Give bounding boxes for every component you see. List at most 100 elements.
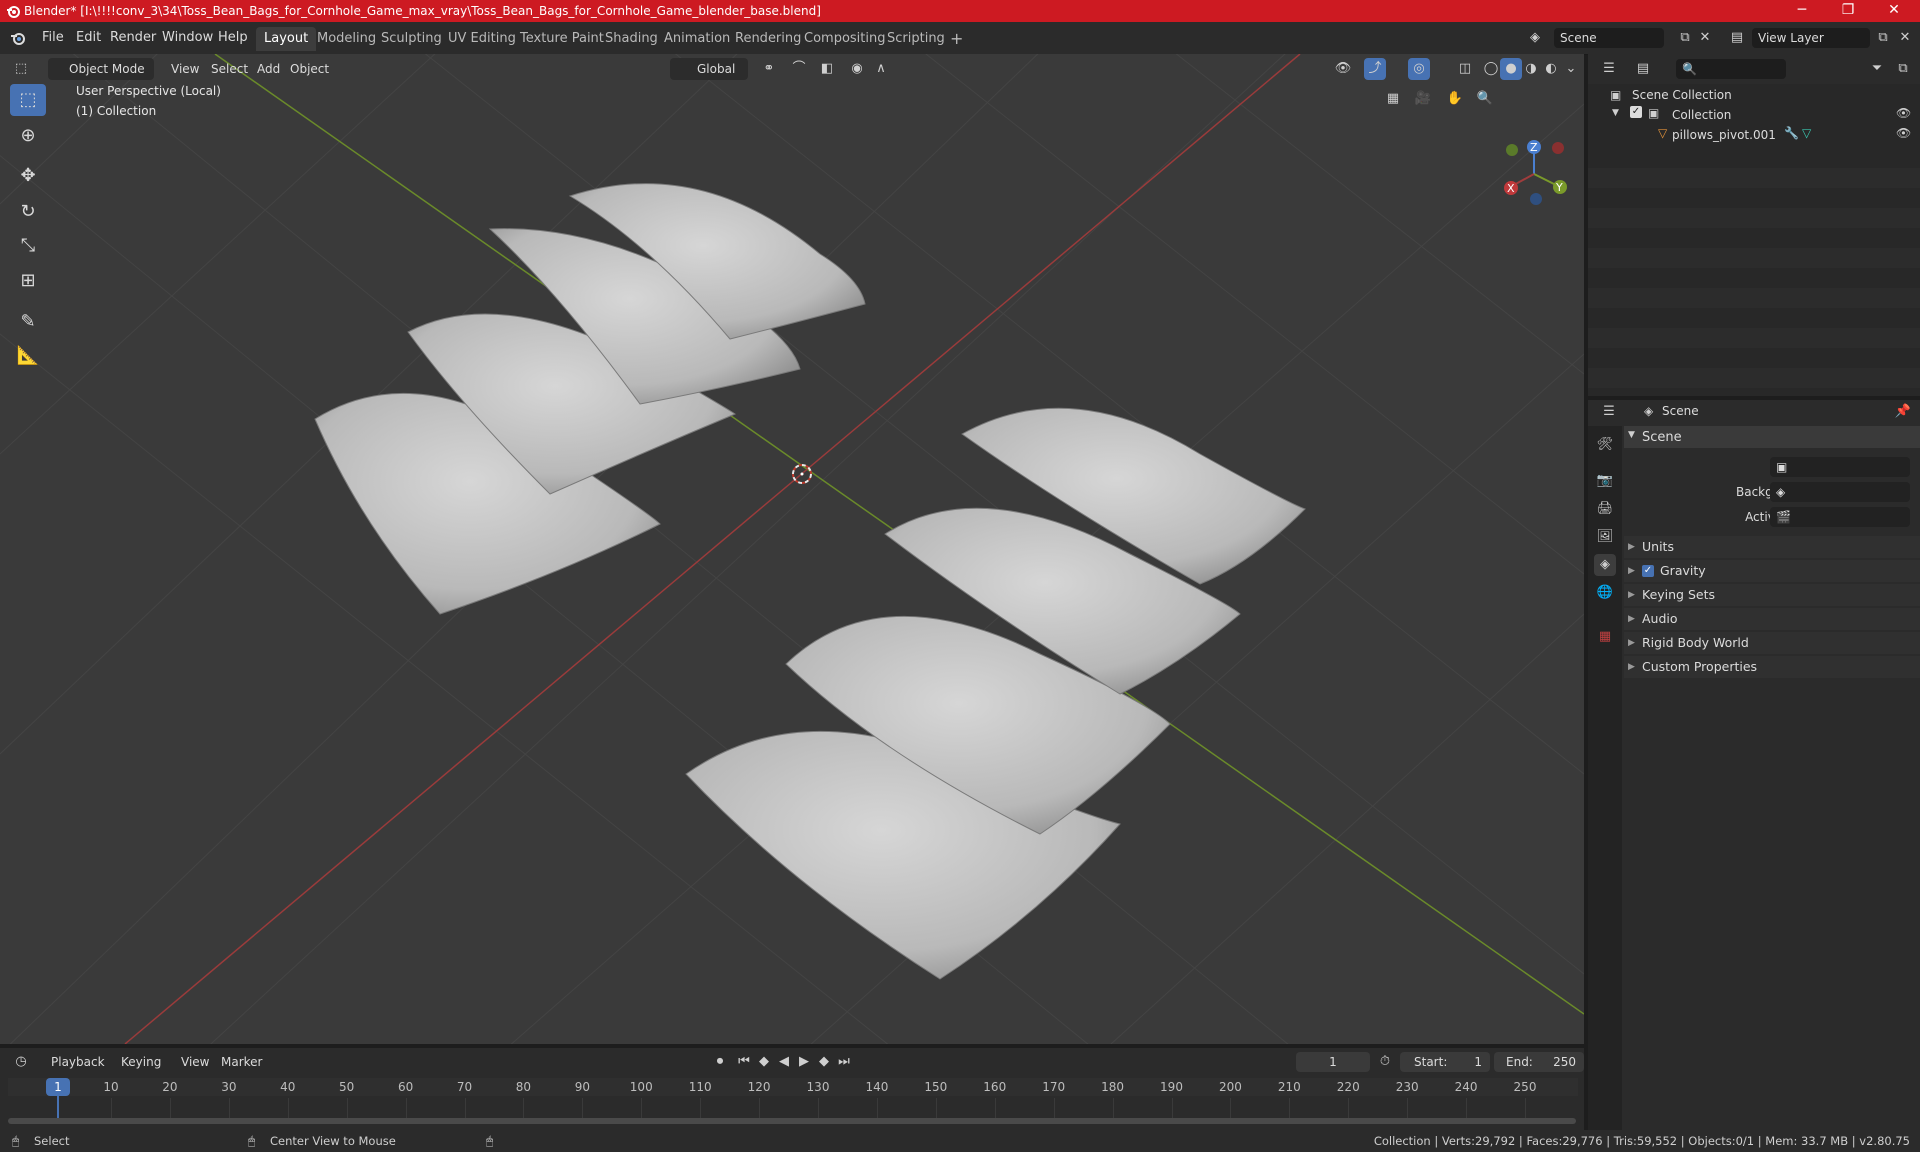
menu-edit[interactable]: Edit [70, 27, 107, 49]
filter-icon[interactable]: ⏷ [1866, 58, 1888, 80]
3d-viewport[interactable] [0, 54, 1584, 1044]
timeline-menu-keying[interactable]: Keying [116, 1051, 166, 1073]
overlay-toggle-icon[interactable]: ◎ [1408, 58, 1430, 80]
preview-range-icon[interactable]: ⏱ [1374, 1051, 1396, 1073]
annotate-tool[interactable]: ✎ [10, 306, 46, 338]
prev-keyframe-icon[interactable]: ◆ [753, 1051, 775, 1073]
view-layer-tab-icon[interactable]: 🖼 [1594, 526, 1616, 548]
snap-icon[interactable]: ⌒ [788, 58, 810, 80]
background-scene-field[interactable]: ◈ [1770, 482, 1910, 502]
pivot-point-icon[interactable]: ⚭ [758, 58, 780, 80]
solid-shading-icon[interactable]: ● [1500, 58, 1522, 80]
next-keyframe-icon[interactable]: ◆ [813, 1051, 835, 1073]
object-label[interactable]: pillows_pivot.001 [1672, 128, 1776, 142]
timeline-menu-view[interactable]: View [176, 1051, 214, 1073]
zoom-icon[interactable]: 🔍 [1474, 88, 1496, 110]
tab-sculpting[interactable]: Sculpting [373, 27, 450, 51]
wireframe-shading-icon[interactable]: ◯ [1480, 58, 1502, 80]
viewport-menu-add[interactable]: Add [252, 58, 285, 80]
world-tab-icon[interactable]: 🌐 [1594, 582, 1616, 604]
scene-panel-expand-icon[interactable]: ▼ [1628, 430, 1635, 440]
gizmo-toggle-icon[interactable]: ⤴ [1364, 58, 1386, 80]
grid-view-icon[interactable]: ▦ [1382, 88, 1404, 110]
delete-scene-icon[interactable]: ✕ [1694, 27, 1716, 49]
new-collection-icon[interactable]: ⧉ [1892, 58, 1914, 80]
scene-name-field[interactable]: Scene [1554, 28, 1664, 48]
visibility-icon[interactable]: 👁 [1332, 58, 1354, 80]
pin-icon[interactable]: 📌 [1892, 401, 1914, 423]
timeline-scrollbar[interactable] [8, 1118, 1576, 1124]
gravity-checkbox[interactable]: ✓ [1642, 565, 1654, 577]
new-view-layer-icon[interactable]: ⧉ [1872, 27, 1894, 49]
custom-properties-section[interactable]: ▶ Custom Properties [1624, 656, 1920, 678]
gravity-section[interactable]: ▶ ✓ Gravity [1624, 560, 1920, 582]
collection-checkbox[interactable]: ✓ [1630, 106, 1642, 118]
output-tab-icon[interactable]: 🖨 [1594, 498, 1616, 520]
editor-type-icon[interactable]: ⬚ [10, 58, 32, 80]
move-tool[interactable]: ✥ [10, 160, 46, 192]
timeline-menu-playback[interactable]: Playback [46, 1051, 110, 1073]
menu-render[interactable]: Render [104, 27, 162, 49]
mode-dropdown[interactable]: Object Mode [48, 58, 154, 80]
object-visibility-icon[interactable]: 👁 [1896, 126, 1911, 140]
select-box-tool[interactable]: ⬚ [10, 84, 46, 116]
minimize-button[interactable]: ─ [1780, 0, 1824, 22]
material-shading-icon[interactable]: ◑ [1520, 58, 1542, 80]
camera-view-icon[interactable]: 🎥 [1412, 88, 1434, 110]
modifier-icon[interactable]: 🔧 [1784, 126, 1799, 140]
transform-tool[interactable]: ⊞ [10, 265, 46, 297]
viewport-menu-select[interactable]: Select [206, 58, 253, 80]
rigid-body-world-section[interactable]: ▶ Rigid Body World [1624, 632, 1920, 654]
current-frame-field[interactable]: 1 [1296, 1052, 1370, 1072]
tab-animation[interactable]: Animation [656, 27, 738, 51]
units-section[interactable]: ▶ Units [1624, 536, 1920, 558]
menu-file[interactable]: File [36, 27, 70, 49]
keying-sets-section[interactable]: ▶ Keying Sets [1624, 584, 1920, 606]
orientation-dropdown[interactable]: Global [670, 58, 748, 80]
outliner-editor-type-icon[interactable]: ☰ [1598, 58, 1620, 80]
view-layer-selector-icon[interactable]: ▤ [1726, 27, 1748, 49]
active-movie-clip-field[interactable]: 🎬 [1770, 507, 1910, 527]
snap-target-icon[interactable]: ◧ [816, 58, 838, 80]
view-layer-name-field[interactable]: View Layer [1752, 28, 1870, 48]
scene-selector-icon[interactable]: ◈ [1524, 27, 1546, 49]
end-frame-field[interactable]: End: 250 [1494, 1052, 1584, 1072]
start-frame-field[interactable]: Start: 1 [1400, 1052, 1490, 1072]
display-mode-icon[interactable]: ▤ [1632, 58, 1654, 80]
rendered-shading-icon[interactable]: ◐ [1540, 58, 1562, 80]
timeline-editor-type-icon[interactable]: ◷ [10, 1051, 32, 1073]
tab-layout[interactable]: Layout [256, 27, 317, 51]
viewport-menu-view[interactable]: View [166, 58, 204, 80]
audio-section[interactable]: ▶ Audio [1624, 608, 1920, 630]
proportional-edit-icon[interactable]: ◉ [846, 58, 868, 80]
menu-window[interactable]: Window [156, 27, 219, 49]
falloff-icon[interactable]: ∧ [870, 58, 892, 80]
pan-hand-icon[interactable]: ✋ [1444, 88, 1466, 110]
maximize-button[interactable]: ❐ [1826, 0, 1870, 22]
cursor-tool[interactable]: ⊕ [10, 120, 46, 152]
add-workspace-button[interactable]: + [942, 27, 971, 51]
measure-tool[interactable]: 📐 [10, 340, 46, 372]
jump-end-icon[interactable]: ⏭ [833, 1051, 855, 1073]
outliner-search-input[interactable]: 🔍 [1676, 59, 1786, 79]
menu-help[interactable]: Help [212, 27, 254, 49]
scene-tab-icon[interactable]: ◈ [1594, 554, 1616, 576]
tool-tab-icon[interactable]: 🛠 [1594, 434, 1616, 456]
viewport-menu-object[interactable]: Object [285, 58, 334, 80]
mesh-data-icon[interactable]: ▽ [1802, 126, 1811, 140]
record-icon[interactable]: ⏺ [709, 1051, 731, 1073]
collection-label[interactable]: Collection [1672, 108, 1731, 122]
jump-start-icon[interactable]: ⏮ [733, 1051, 755, 1073]
scene-collection-label[interactable]: Scene Collection [1632, 88, 1732, 102]
new-scene-icon[interactable]: ⧉ [1674, 27, 1696, 49]
texture-tab-icon[interactable]: ▦ [1594, 626, 1616, 648]
shading-options-icon[interactable]: ⌄ [1560, 58, 1582, 80]
play-icon[interactable]: ▶ [793, 1051, 815, 1073]
play-reverse-icon[interactable]: ◀ [773, 1051, 795, 1073]
rotate-tool[interactable]: ↻ [10, 196, 46, 228]
close-button[interactable]: ✕ [1872, 0, 1916, 22]
render-tab-icon[interactable]: 📷 [1594, 470, 1616, 492]
collection-visibility-icon[interactable]: 👁 [1896, 106, 1911, 120]
delete-view-layer-icon[interactable]: ✕ [1894, 27, 1916, 49]
collection-expand-icon[interactable]: ▼ [1612, 108, 1619, 118]
